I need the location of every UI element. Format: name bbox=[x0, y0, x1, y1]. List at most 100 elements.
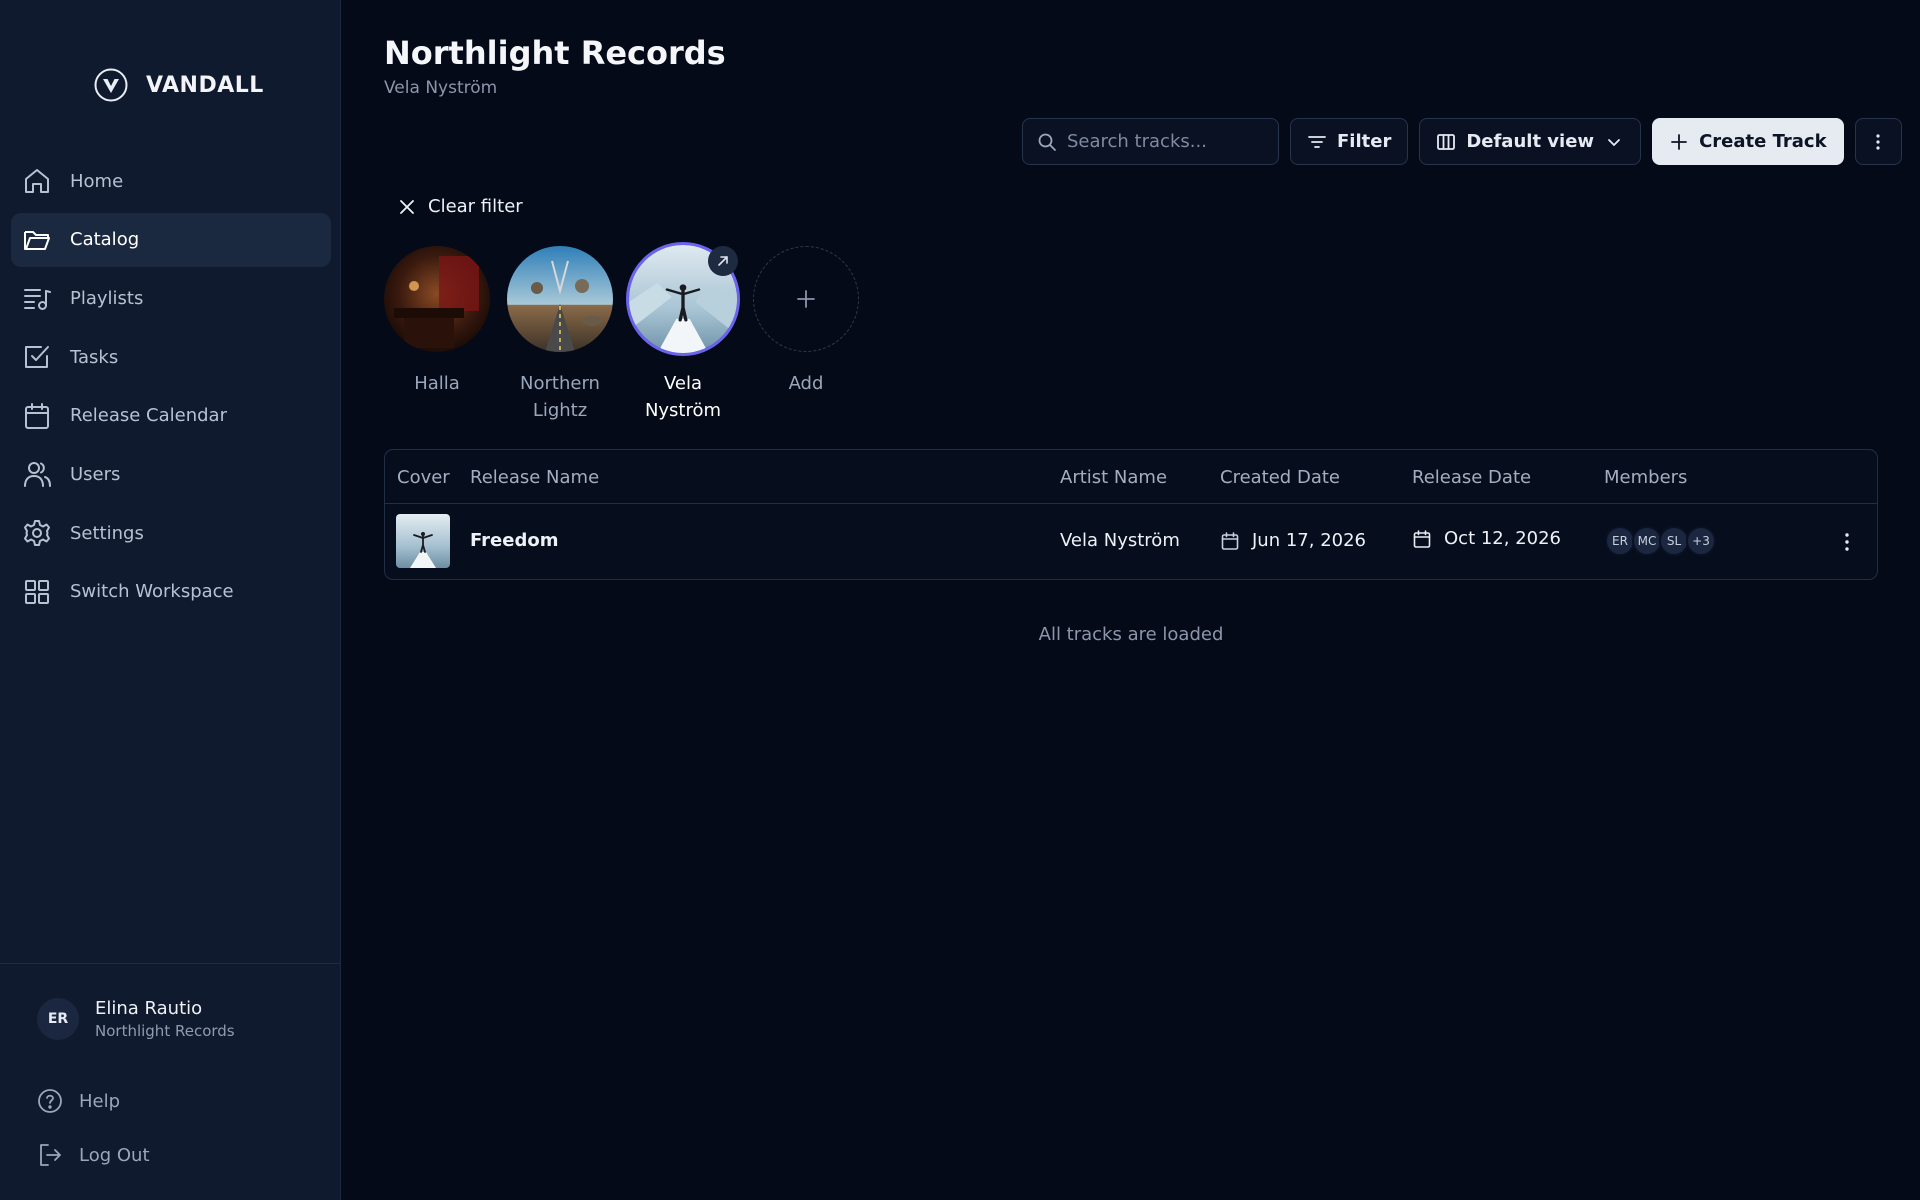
sidebar-item-label: Switch Workspace bbox=[70, 581, 234, 603]
logout-link[interactable]: Log Out bbox=[37, 1142, 150, 1168]
sidebar-item-tasks[interactable]: Tasks bbox=[11, 330, 331, 384]
filter-label: Filter bbox=[1337, 131, 1392, 152]
user-org: Northlight Records bbox=[95, 1022, 235, 1040]
member-overflow-count: +3 bbox=[1686, 526, 1716, 556]
kebab-menu-icon bbox=[1868, 132, 1888, 152]
sidebar-item-playlists[interactable]: Playlists bbox=[11, 271, 331, 325]
brand[interactable]: VANDALL bbox=[94, 66, 264, 104]
sidebar-item-users[interactable]: Users bbox=[11, 447, 331, 501]
add-artist-circle bbox=[753, 246, 859, 352]
clear-filter-button[interactable]: Clear filter bbox=[398, 196, 523, 217]
search-input[interactable] bbox=[1067, 131, 1267, 152]
sidebar-item-release-calendar[interactable]: Release Calendar bbox=[11, 389, 331, 443]
artist-name: Add bbox=[788, 373, 824, 394]
avatar: ER bbox=[37, 998, 79, 1040]
grid-icon bbox=[22, 577, 52, 607]
artist-name: Northern Lightz bbox=[520, 373, 600, 421]
kebab-menu-icon bbox=[1845, 533, 1849, 551]
artist-chip-vela-nystrom[interactable]: Vela Nyström bbox=[626, 242, 740, 424]
member-avatar: MC bbox=[1632, 526, 1662, 556]
release-date-cell[interactable]: Oct 12, 2026 bbox=[1412, 528, 1561, 549]
columns-icon bbox=[1436, 132, 1456, 152]
created-date-cell: Jun 17, 2026 bbox=[1220, 530, 1366, 551]
sidebar-item-home[interactable]: Home bbox=[11, 154, 331, 208]
sidebar-item-label: Home bbox=[70, 170, 124, 192]
column-header-release-date[interactable]: Release Date bbox=[1412, 467, 1531, 488]
filter-icon bbox=[1307, 132, 1327, 152]
member-avatar: ER bbox=[1605, 526, 1635, 556]
sidebar-item-label: Catalog bbox=[70, 229, 140, 251]
gear-icon bbox=[22, 518, 52, 548]
open-artist-button[interactable] bbox=[708, 246, 738, 276]
cover-thumbnail bbox=[396, 514, 450, 568]
member-avatar: SL bbox=[1659, 526, 1689, 556]
sidebar-item-switch-workspace[interactable]: Switch Workspace bbox=[11, 565, 331, 619]
page-subtitle: Vela Nyström bbox=[384, 78, 498, 98]
created-date: Jun 17, 2026 bbox=[1252, 530, 1367, 551]
column-header-created-date[interactable]: Created Date bbox=[1220, 467, 1340, 488]
artist-chip-northern-lightz[interactable]: Northern Lightz bbox=[507, 246, 613, 424]
toolbar: Filter Default view Create Track bbox=[1022, 118, 1902, 165]
more-options-button[interactable] bbox=[1854, 118, 1902, 165]
sidebar-item-label: Playlists bbox=[70, 287, 144, 309]
help-link[interactable]: Help bbox=[37, 1088, 120, 1114]
sidebar: VANDALL Home Catalog Playlists Tasks Rel… bbox=[0, 0, 341, 1200]
column-header-cover: Cover bbox=[397, 467, 450, 488]
playlist-icon bbox=[22, 283, 52, 313]
brand-name: VANDALL bbox=[146, 72, 264, 98]
release-date: Oct 12, 2026 bbox=[1444, 528, 1561, 549]
add-artist-button[interactable]: Add bbox=[753, 246, 859, 424]
artist-name: Vela Nyström bbox=[644, 373, 722, 421]
folder-icon bbox=[22, 225, 52, 255]
artist-photo bbox=[507, 246, 613, 352]
artist-name: Halla bbox=[414, 373, 460, 394]
tracks-table: Cover Release Name Artist Name Created D… bbox=[384, 449, 1878, 580]
sidebar-divider bbox=[0, 963, 341, 964]
users-icon bbox=[22, 459, 52, 489]
search-icon bbox=[1037, 132, 1057, 152]
create-track-button[interactable]: Create Track bbox=[1652, 118, 1844, 165]
artist-photo bbox=[384, 246, 490, 352]
sidebar-item-settings[interactable]: Settings bbox=[11, 506, 331, 560]
view-label: Default view bbox=[1466, 131, 1595, 152]
sidebar-nav: Home Catalog Playlists Tasks Release Cal… bbox=[11, 154, 331, 624]
view-select[interactable]: Default view bbox=[1419, 118, 1642, 165]
column-header-release-name[interactable]: Release Name bbox=[470, 467, 599, 488]
arrow-up-right-icon bbox=[716, 254, 730, 268]
sidebar-item-label: Tasks bbox=[70, 346, 119, 368]
table-row[interactable]: Freedom Vela Nyström Jun 17, 2026 Oct 12… bbox=[385, 505, 1877, 580]
sidebar-item-label: Settings bbox=[70, 522, 144, 544]
column-header-members: Members bbox=[1604, 467, 1688, 488]
artist-filter-list: Halla Northern Lightz Vela Nyström Add bbox=[384, 242, 859, 424]
sidebar-item-catalog[interactable]: Catalog bbox=[11, 212, 331, 267]
user-name: Elina Rautio bbox=[95, 998, 203, 1019]
logout-label: Log Out bbox=[79, 1144, 150, 1166]
v-shield-logo-icon bbox=[94, 68, 128, 102]
page-title: Northlight Records bbox=[384, 34, 726, 72]
home-icon bbox=[22, 166, 52, 196]
table-header: Cover Release Name Artist Name Created D… bbox=[385, 450, 1877, 504]
all-loaded-note: All tracks are loaded bbox=[1038, 624, 1224, 645]
help-icon bbox=[37, 1088, 63, 1114]
column-header-artist-name[interactable]: Artist Name bbox=[1060, 467, 1167, 488]
calendar-icon bbox=[1220, 531, 1240, 551]
chevron-down-icon bbox=[1604, 132, 1624, 152]
calendar-icon bbox=[1412, 529, 1432, 549]
create-track-label: Create Track bbox=[1699, 131, 1827, 152]
calendar-icon bbox=[22, 401, 52, 431]
logout-icon bbox=[37, 1142, 63, 1168]
filter-button[interactable]: Filter bbox=[1290, 118, 1409, 165]
close-icon bbox=[398, 198, 416, 216]
user-card[interactable]: ER Elina Rautio Northlight Records bbox=[37, 998, 235, 1040]
sidebar-item-label: Users bbox=[70, 463, 121, 485]
release-name[interactable]: Freedom bbox=[470, 530, 558, 551]
sidebar-item-label: Release Calendar bbox=[70, 405, 227, 427]
checkbox-icon bbox=[22, 342, 52, 372]
plus-icon bbox=[795, 288, 817, 310]
clear-filter-label: Clear filter bbox=[428, 196, 523, 217]
help-label: Help bbox=[79, 1090, 121, 1112]
search-box[interactable] bbox=[1022, 118, 1279, 165]
members-avatar-stack[interactable]: ER MC SL +3 bbox=[1605, 526, 1716, 556]
row-actions-button[interactable] bbox=[1835, 530, 1859, 554]
artist-chip-halla[interactable]: Halla bbox=[384, 246, 490, 424]
